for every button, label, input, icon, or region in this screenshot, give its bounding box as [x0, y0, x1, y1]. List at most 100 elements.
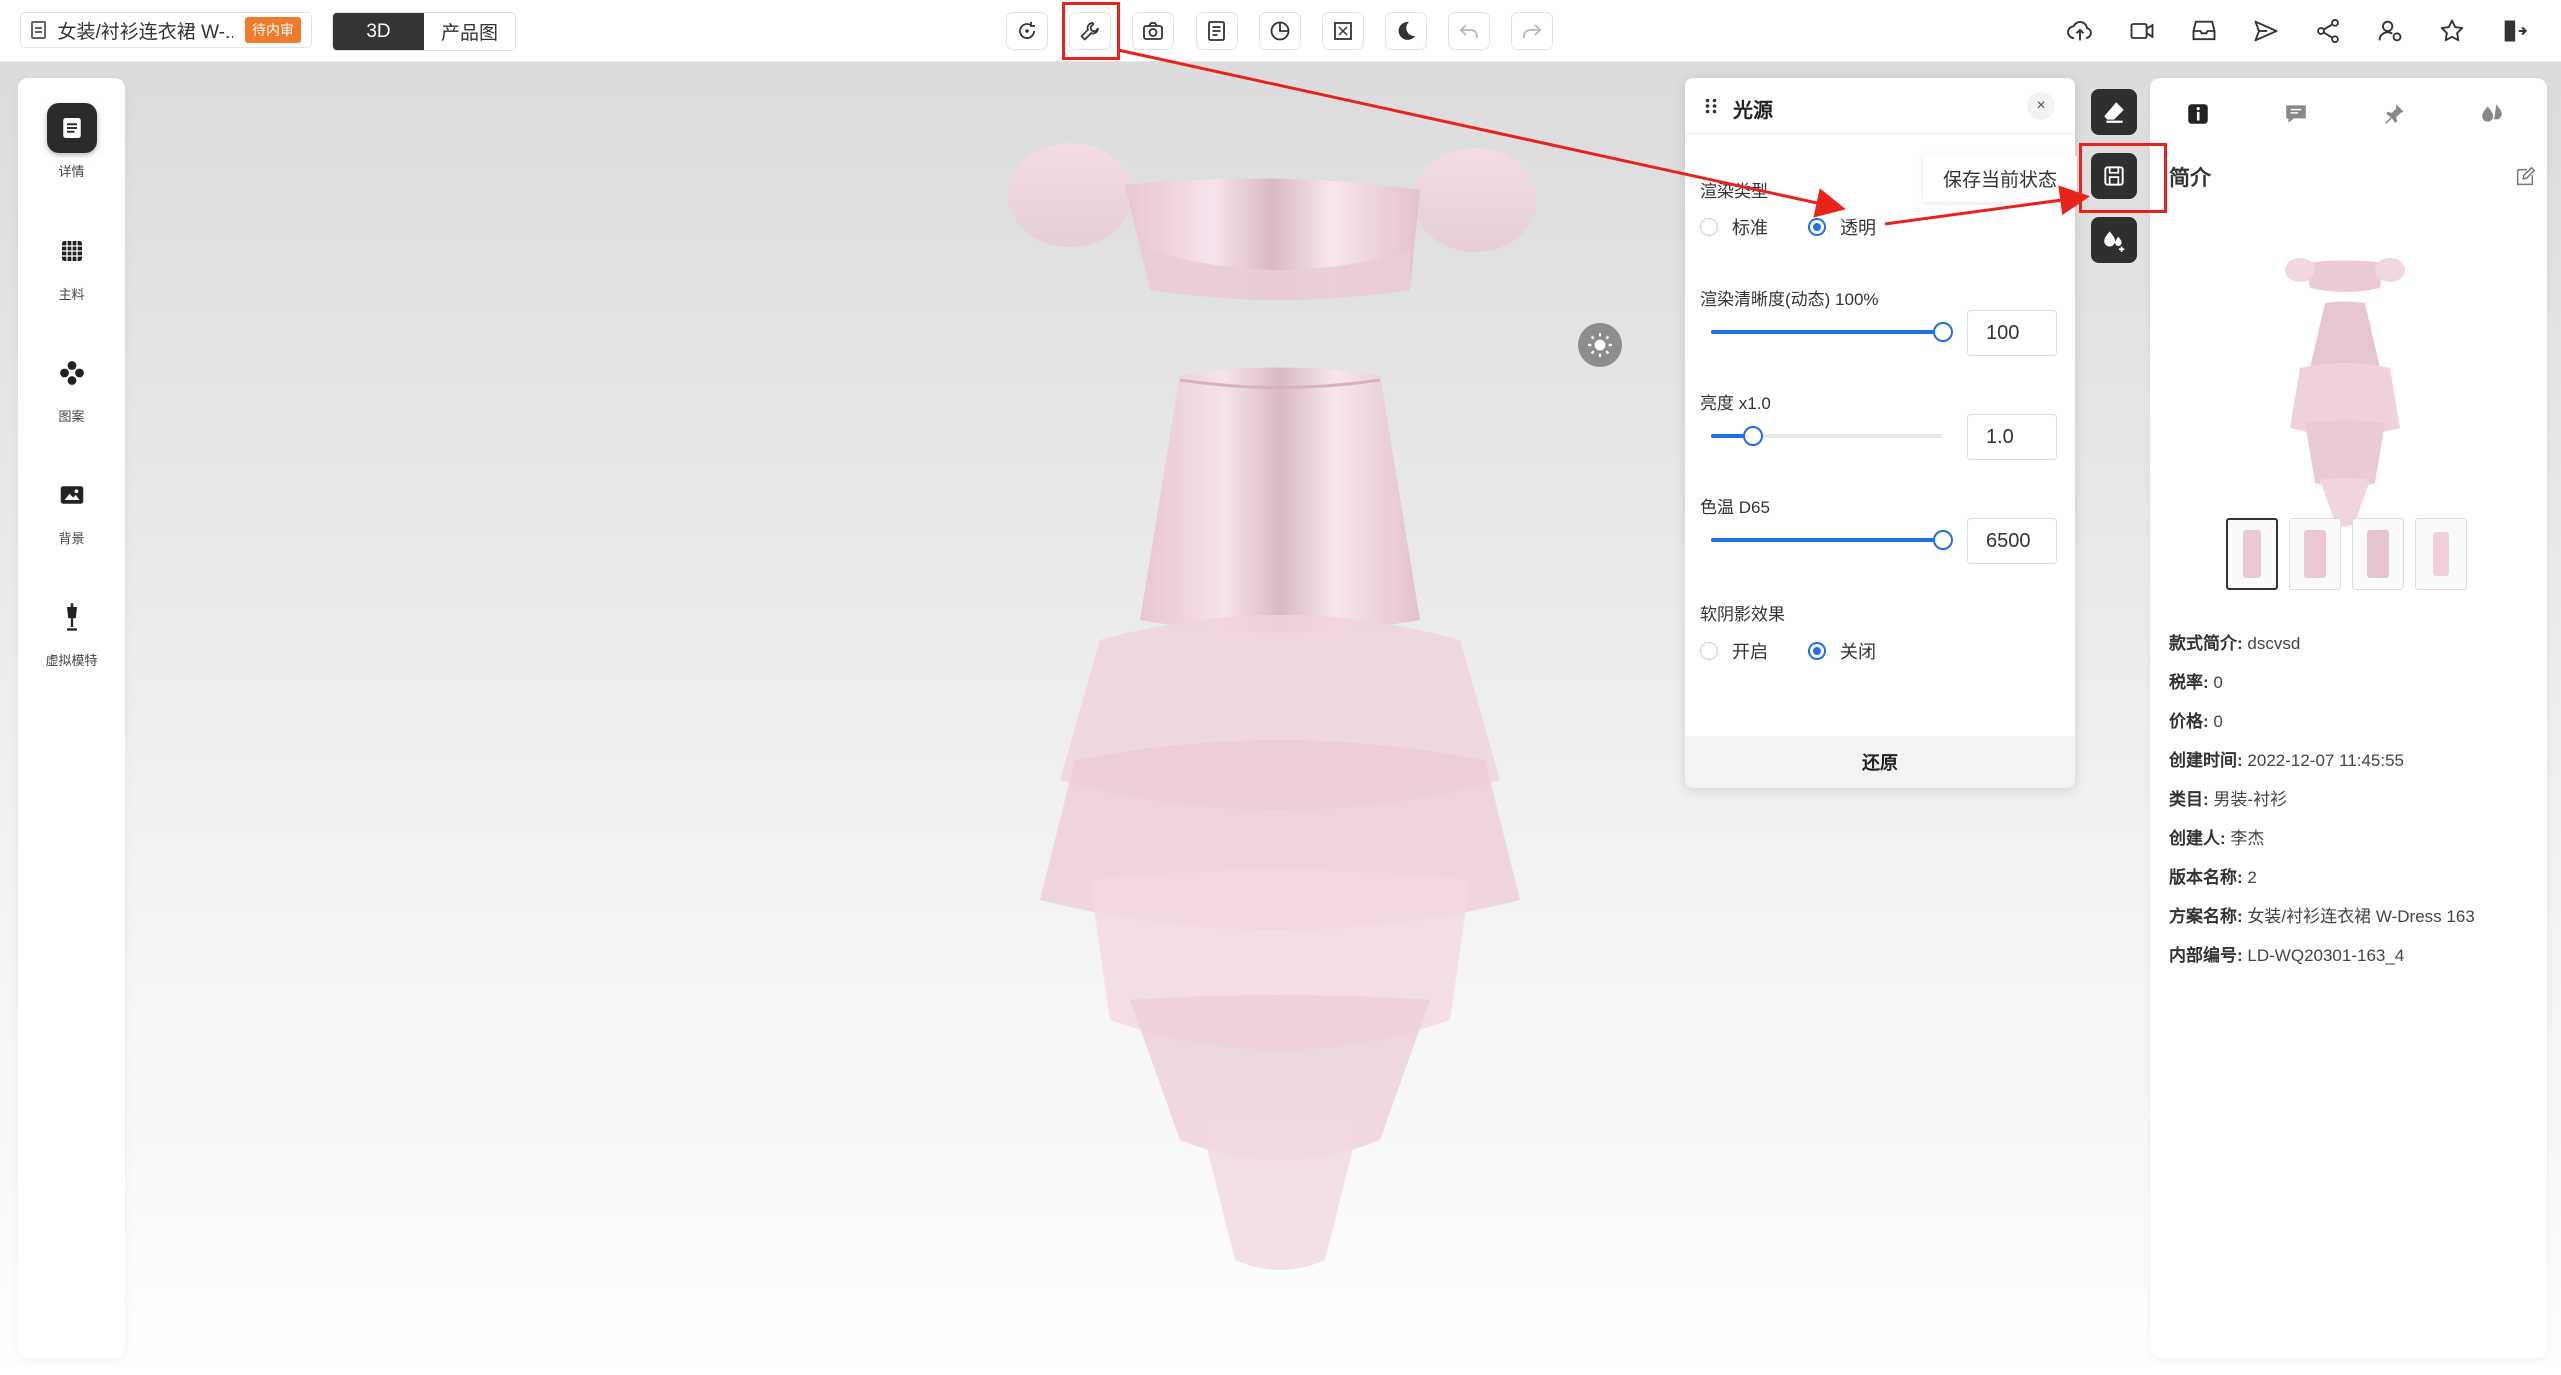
- product-info-list: 款式简介: dscvsd 税率: 0 价格: 0 创建时间: 2022-12-0…: [2169, 624, 2475, 975]
- clarity-input[interactable]: 100: [1967, 310, 2057, 356]
- slider-thumb[interactable]: [1933, 530, 1953, 550]
- user-settings-button[interactable]: [2368, 12, 2412, 50]
- info-row-creator: 创建人: 李杰: [2169, 829, 2265, 848]
- screenshot-button[interactable]: [1132, 12, 1174, 50]
- edit-icon[interactable]: [2514, 166, 2536, 188]
- radio-transparent[interactable]: [1808, 218, 1826, 236]
- color-temp-slider[interactable]: [1711, 529, 1953, 551]
- info-row-style-summary: 款式简介: dscvsd: [2169, 634, 2301, 653]
- send-button[interactable]: [2244, 12, 2288, 50]
- sidebar-item-main-fabric[interactable]: 主料: [18, 226, 125, 303]
- pattern-icon: [59, 361, 84, 385]
- mannequin-icon: [66, 603, 77, 631]
- user-settings-icon: [2378, 20, 2402, 42]
- add-material-button[interactable]: [2091, 217, 2137, 263]
- sidebar-item-virtual-model[interactable]: 虚拟模特: [18, 592, 125, 669]
- fullscreen-button[interactable]: [1322, 12, 1364, 50]
- exit-button[interactable]: [2492, 12, 2536, 50]
- radio-shadow-off[interactable]: [1808, 642, 1826, 660]
- brightness-slider[interactable]: [1711, 425, 1943, 447]
- slider-thumb[interactable]: [1933, 322, 1953, 342]
- info-row-tax-rate: 税率: 0: [2169, 673, 2223, 692]
- cloud-upload-button[interactable]: [2058, 12, 2102, 50]
- close-button[interactable]: ×: [2027, 92, 2055, 120]
- info-row-category: 类目: 男装-衬衫: [2169, 790, 2288, 809]
- sidebar-item-label: 虚拟模特: [45, 653, 98, 668]
- brightness-input[interactable]: 1.0: [1967, 414, 2057, 460]
- thumbnail-1[interactable]: [2226, 518, 2278, 590]
- thumbnail-4[interactable]: [2415, 518, 2467, 590]
- radio-standard-label: 标准: [1732, 218, 1768, 238]
- record-video-button[interactable]: [2120, 12, 2164, 50]
- pin-icon: [2385, 104, 2404, 124]
- annotation-highlight-save-state: [2079, 143, 2167, 213]
- share-button[interactable]: [2306, 12, 2350, 50]
- info-row-scheme-name: 方案名称: 女装/衬衫连衣裙 W-Dress 163: [2169, 907, 2475, 926]
- tab-pin[interactable]: [2374, 96, 2414, 132]
- eraser-button[interactable]: [2091, 89, 2137, 135]
- video-icon: [2130, 23, 2154, 39]
- save-drive-icon: [2192, 20, 2216, 41]
- eraser-icon: [2104, 102, 2124, 123]
- tab-info[interactable]: [2178, 96, 2218, 132]
- panel-title: 光源: [1733, 100, 1773, 122]
- save-drive-button[interactable]: [2182, 12, 2226, 50]
- radio-shadow-off-label: 关闭: [1840, 642, 1876, 662]
- radio-shadow-on[interactable]: [1700, 642, 1718, 660]
- color-temp-label: 色温 D65: [1700, 498, 1770, 517]
- camera-icon: [1143, 22, 1163, 40]
- sidebar-item-pattern[interactable]: 图案: [18, 348, 125, 425]
- drops-icon: [2482, 104, 2502, 122]
- thumbnail-3[interactable]: [2352, 518, 2404, 590]
- info-row-price: 价格: 0: [2169, 712, 2223, 731]
- cloud-upload-icon: [2067, 21, 2092, 41]
- section-title: 简介: [2169, 167, 2211, 190]
- brightness-label: 亮度 x1.0: [1700, 394, 1771, 413]
- notes-button[interactable]: [1196, 12, 1238, 50]
- grid-icon: [61, 241, 82, 261]
- undo-icon: [1459, 24, 1478, 38]
- drag-handle-icon[interactable]: [1705, 98, 1717, 114]
- status-badge[interactable]: 待内审: [245, 17, 301, 43]
- share-icon: [2317, 18, 2339, 44]
- sun-icon: [1588, 333, 1612, 357]
- undo-button[interactable]: [1448, 12, 1490, 50]
- restore-button[interactable]: 还原: [1685, 736, 2075, 788]
- right-info-panel: 简介 款式简介: dscvsd 税率: 0 价格: 0 创建时间: 2022-1…: [2150, 78, 2547, 1358]
- redo-button[interactable]: [1511, 12, 1553, 50]
- moon-icon: [1398, 21, 1415, 40]
- slider-thumb[interactable]: [1742, 426, 1763, 446]
- mode-3d-button[interactable]: 3D: [333, 13, 424, 50]
- favorite-button[interactable]: [2430, 12, 2474, 50]
- star-icon: [2440, 19, 2464, 42]
- rotate-button[interactable]: [1006, 12, 1048, 50]
- clarity-slider[interactable]: [1711, 321, 1953, 343]
- document-title-box[interactable]: 女装/衬衫连衣裙 W-... 待内审: [20, 12, 312, 48]
- night-mode-button[interactable]: [1385, 12, 1427, 50]
- preview-thumbnails: [2226, 518, 2478, 590]
- document-edit-icon: [1208, 21, 1225, 41]
- sidebar-item-label: 图案: [58, 409, 85, 424]
- history-button[interactable]: [1259, 12, 1301, 50]
- tab-materials[interactable]: [2472, 96, 2512, 132]
- sidebar-item-details[interactable]: 详情: [18, 103, 125, 180]
- sidebar-item-background[interactable]: 背景: [18, 470, 125, 547]
- color-temp-input[interactable]: 6500: [1967, 518, 2057, 564]
- info-row-internal-id: 内部编号: LD-WQ20301-163_4: [2169, 946, 2405, 965]
- radio-standard[interactable]: [1700, 218, 1718, 236]
- garment-3d-model[interactable]: [980, 140, 1580, 1280]
- environment-light-button[interactable]: [1578, 323, 1622, 367]
- thumbnail-2[interactable]: [2289, 518, 2341, 590]
- right-panel-tabs: [2150, 78, 2547, 148]
- exit-icon: [2504, 20, 2528, 42]
- view-mode-switch: 3D 产品图: [332, 12, 516, 51]
- document-icon: [31, 21, 46, 39]
- comment-icon: [2286, 105, 2306, 123]
- sidebar-item-label: 主料: [58, 287, 85, 302]
- panel-header: 光源 ×: [1685, 78, 2075, 134]
- info-row-created-time: 创建时间: 2022-12-07 11:45:55: [2169, 751, 2405, 770]
- tab-comments[interactable]: [2276, 96, 2316, 132]
- send-icon: [2254, 20, 2278, 42]
- sidebar-item-label: 详情: [58, 164, 85, 179]
- mode-product-image-button[interactable]: 产品图: [424, 13, 515, 50]
